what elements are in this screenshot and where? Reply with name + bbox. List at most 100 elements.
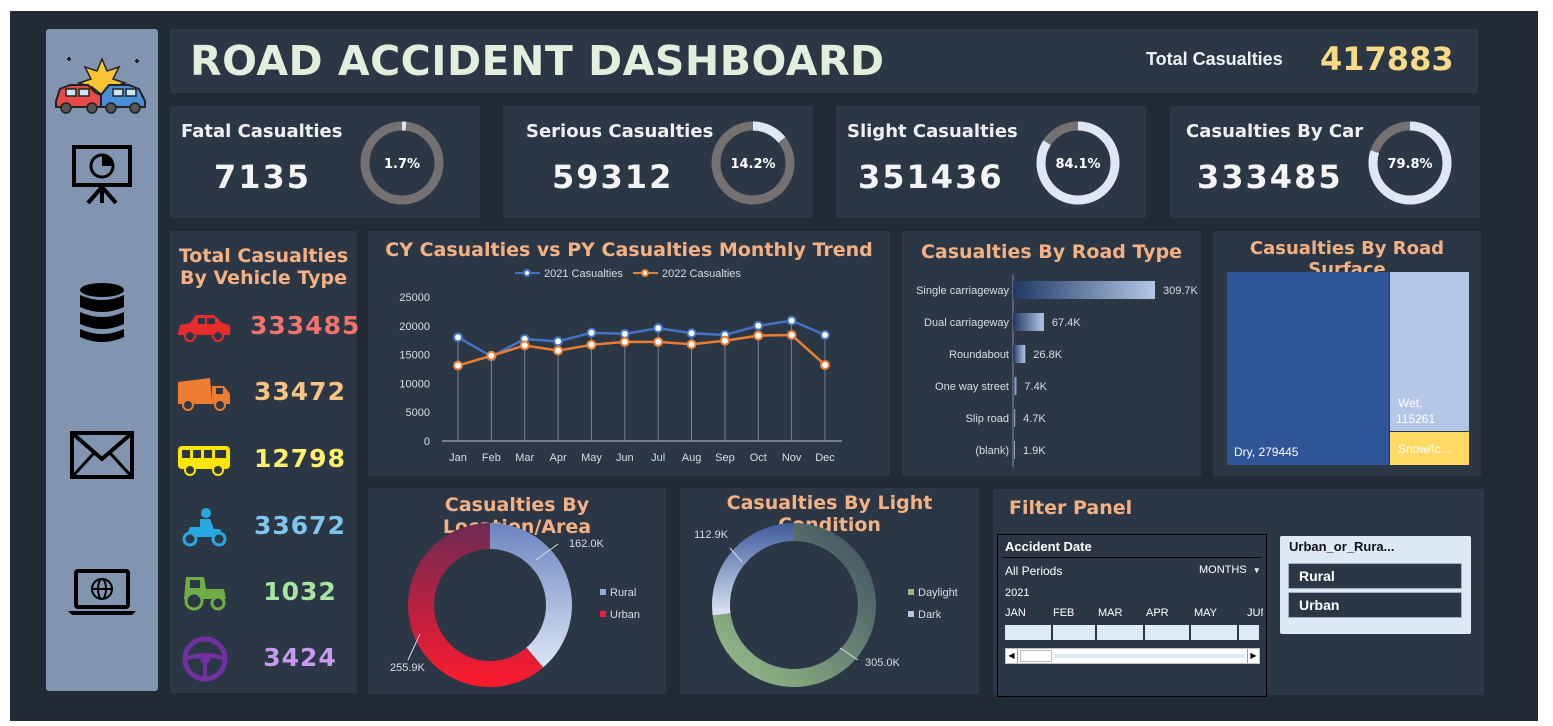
kpi-value: 7135 <box>214 158 312 196</box>
slicer-item-urban[interactable]: Urban <box>1288 592 1462 618</box>
legend-label-2021: 2021 Casualties <box>544 268 623 280</box>
data-point[interactable] <box>453 332 463 343</box>
kpi-label: Fatal Casualties <box>181 121 343 142</box>
timeline-bar[interactable] <box>1145 625 1189 640</box>
bar[interactable] <box>1013 409 1016 427</box>
data-point[interactable] <box>553 345 564 356</box>
donut-slices <box>712 523 876 687</box>
treemap-label-dry: Dry, 279445 <box>1234 445 1299 459</box>
presentation-icon[interactable] <box>46 141 158 205</box>
data-point[interactable] <box>820 330 830 341</box>
scroll-thumb[interactable] <box>1020 650 1052 662</box>
timeline-month[interactable]: MAY <box>1194 607 1217 619</box>
x-tick-label: Nov <box>782 452 802 464</box>
x-tick-label: Sep <box>715 452 735 464</box>
kpi-donut: 79.8% <box>1368 121 1452 205</box>
timeline-month[interactable]: JAN <box>1005 607 1026 619</box>
steering-wheel-icon <box>182 636 228 682</box>
bus-icon <box>178 446 230 476</box>
data-point[interactable] <box>686 339 697 350</box>
kpi-card-slight[interactable]: Slight Casualties 351436 84.1% <box>836 106 1146 218</box>
data-point[interactable] <box>820 359 830 370</box>
timeline-bar[interactable] <box>1239 625 1259 640</box>
mail-icon[interactable] <box>46 431 158 479</box>
timeline-bar[interactable] <box>1005 625 1051 640</box>
treemap-tile-wet[interactable]: Wet, 115261 <box>1390 272 1469 431</box>
timeline-unit-dropdown[interactable]: MONTHS ▼ <box>1199 564 1261 576</box>
scroll-left-icon[interactable]: ◀ <box>1006 649 1018 663</box>
accident-date-timeline[interactable]: Accident Date All Periods MONTHS ▼ 2021 … <box>997 534 1267 697</box>
kpi-label: Casualties By Car <box>1186 121 1364 142</box>
data-point[interactable] <box>786 330 797 341</box>
bar-value-label: 309.7K <box>1163 285 1199 297</box>
timeline-bar[interactable] <box>1191 625 1237 640</box>
data-point[interactable] <box>586 339 597 350</box>
data-point[interactable] <box>553 336 564 347</box>
location-area-panel: Casualties By Location/Area 162.0K 255.9… <box>368 488 666 694</box>
vehicle-value-bus: 12798 <box>254 444 346 473</box>
kpi-card-serious[interactable]: Serious Casualties 59312 14.2% <box>503 106 813 218</box>
timeline-month[interactable]: JUN <box>1247 607 1263 619</box>
data-point[interactable] <box>486 350 497 361</box>
car-icon <box>178 315 230 342</box>
data-point[interactable] <box>653 323 664 334</box>
bar-category-label: (blank) <box>975 445 1009 457</box>
bar-category-label: One way street <box>935 381 1009 393</box>
x-tick-label: Jun <box>616 452 634 464</box>
page-title: ROAD ACCIDENT DASHBOARD <box>190 37 885 85</box>
timeline-month[interactable]: APR <box>1146 607 1169 619</box>
motorbike-icon <box>182 508 227 547</box>
data-point[interactable] <box>653 336 664 347</box>
leader-line-urban <box>407 633 421 661</box>
legend-label-daylight: Daylight <box>918 587 958 599</box>
bar[interactable] <box>1013 281 1155 299</box>
car-crash-icon[interactable] <box>46 49 158 119</box>
kpi-donut-label: 79.8% <box>1387 157 1432 172</box>
slicer-item-rural[interactable]: Rural <box>1288 563 1462 589</box>
data-point[interactable] <box>786 315 797 326</box>
data-point[interactable] <box>686 328 697 339</box>
location-donut: 162.0K 255.9K Rural Urban <box>390 523 640 687</box>
data-point[interactable] <box>753 320 764 331</box>
legend-marker-2022 <box>641 269 649 277</box>
timeline-bar[interactable] <box>1053 625 1095 640</box>
data-point[interactable] <box>753 330 764 341</box>
bar-category-label: Slip road <box>966 413 1009 425</box>
treemap-tile-snow[interactable]: Snow/Ic... <box>1390 432 1469 465</box>
scroll-right-icon[interactable]: ▶ <box>1247 649 1259 663</box>
y-tick-label: 25000 <box>399 292 430 304</box>
y-tick-label: 5000 <box>406 407 430 419</box>
bar-value-label: 26.8K <box>1033 349 1062 361</box>
laptop-globe-icon[interactable] <box>46 569 158 617</box>
donut-slices <box>408 523 572 687</box>
bar-category-label: Dual carriageway <box>924 317 1009 329</box>
timeline-bar[interactable] <box>1097 625 1143 640</box>
database-icon[interactable] <box>46 281 158 345</box>
slicer-header: Urban_or_Rura... <box>1289 539 1395 554</box>
data-point[interactable] <box>619 336 630 347</box>
bar[interactable] <box>1013 313 1044 331</box>
bar[interactable] <box>1013 377 1017 395</box>
data-point[interactable] <box>519 340 530 351</box>
data-point[interactable] <box>453 360 463 371</box>
treemap-tile-dry[interactable]: Dry, 279445 <box>1227 272 1389 465</box>
legend-swatch-urban <box>600 611 606 617</box>
kpi-card-car[interactable]: Casualties By Car 333485 79.8% <box>1170 106 1480 218</box>
timeline-periods: All Periods <box>1005 564 1063 578</box>
legend-swatch-rural <box>600 589 606 595</box>
title-bar: ROAD ACCIDENT DASHBOARD Total Casualties… <box>170 29 1478 93</box>
kpi-card-fatal[interactable]: Fatal Casualties 7135 1.7% <box>170 106 480 218</box>
chevron-down-icon: ▼ <box>1252 566 1261 575</box>
data-point[interactable] <box>719 335 730 346</box>
data-point[interactable] <box>586 327 597 338</box>
x-tick-label: Jan <box>449 452 467 464</box>
donut-slice-rural[interactable] <box>490 523 572 668</box>
kpi-donut: 1.7% <box>360 121 444 205</box>
timeline-month[interactable]: MAR <box>1098 607 1122 619</box>
bar[interactable] <box>1013 345 1026 363</box>
timeline-month[interactable]: FEB <box>1053 607 1074 619</box>
timeline-unit-label: MONTHS <box>1199 564 1247 576</box>
bar[interactable] <box>1013 441 1015 459</box>
data-point[interactable] <box>619 328 630 339</box>
timeline-scrollbar[interactable]: ◀ ▶ <box>1005 648 1260 664</box>
